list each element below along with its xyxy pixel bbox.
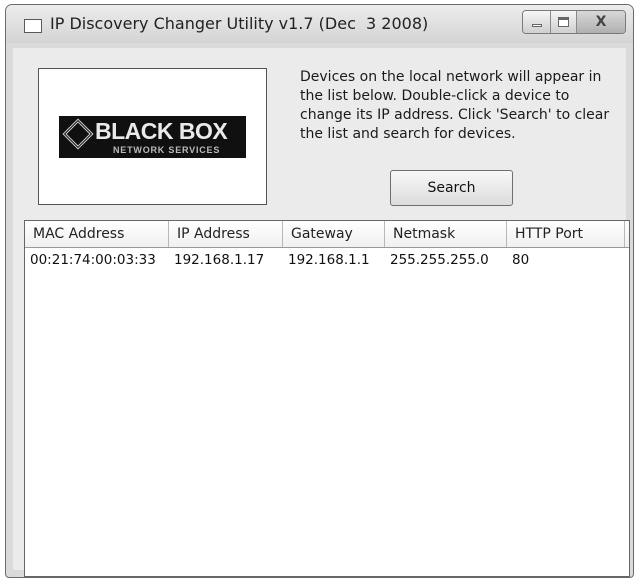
column-header-mac-address[interactable]: MAC Address (25, 221, 169, 247)
app-window-icon (24, 19, 42, 33)
window-controls: X (522, 10, 626, 34)
column-header-netmask[interactable]: Netmask (385, 221, 507, 247)
maximize-icon (558, 17, 569, 27)
logo-subtitle-text: NETWORK SERVICES (113, 144, 221, 155)
black-box-logo: BLACK BOX NETWORK SERVICES (59, 115, 246, 158)
device-list-header: MAC Address IP Address Gateway Netmask H… (25, 221, 629, 248)
dialog-body: BLACK BOX NETWORK SERVICES Devices on th… (13, 48, 630, 577)
logo-frame: BLACK BOX NETWORK SERVICES (38, 68, 267, 205)
column-header-ip-address[interactable]: IP Address (169, 221, 283, 247)
diamond-logo-icon (62, 117, 94, 150)
search-button[interactable]: Search (390, 170, 513, 206)
gateway-cell: 192.168.1.1 (288, 252, 370, 268)
title-bar[interactable]: IP Discovery Changer Utility v1.7 (Dec 3… (6, 5, 633, 43)
minimize-button[interactable] (523, 11, 551, 33)
device-list[interactable]: MAC Address IP Address Gateway Netmask H… (24, 220, 630, 577)
instructions-text: Devices on the local network will appear… (300, 69, 610, 142)
close-icon: X (595, 14, 607, 30)
http-port-cell: 80 (512, 252, 530, 268)
column-header-gateway[interactable]: Gateway (283, 221, 385, 247)
maximize-button[interactable] (551, 11, 577, 33)
window-title: IP Discovery Changer Utility v1.7 (Dec 3… (50, 14, 429, 33)
device-row[interactable]: 00:21:74:00:03:33 192.168.1.17 192.168.1… (25, 248, 629, 272)
close-button[interactable]: X (577, 11, 625, 33)
app-window: IP Discovery Changer Utility v1.7 (Dec 3… (5, 4, 634, 578)
ip-address-cell: 192.168.1.17 (174, 252, 265, 268)
column-header-http-port[interactable]: HTTP Port (507, 221, 625, 247)
logo-brand-text: BLACK BOX (95, 117, 228, 144)
mac-address-cell: 00:21:74:00:03:33 (30, 252, 156, 268)
netmask-cell: 255.255.255.0 (390, 252, 489, 268)
minimize-icon (531, 23, 542, 27)
